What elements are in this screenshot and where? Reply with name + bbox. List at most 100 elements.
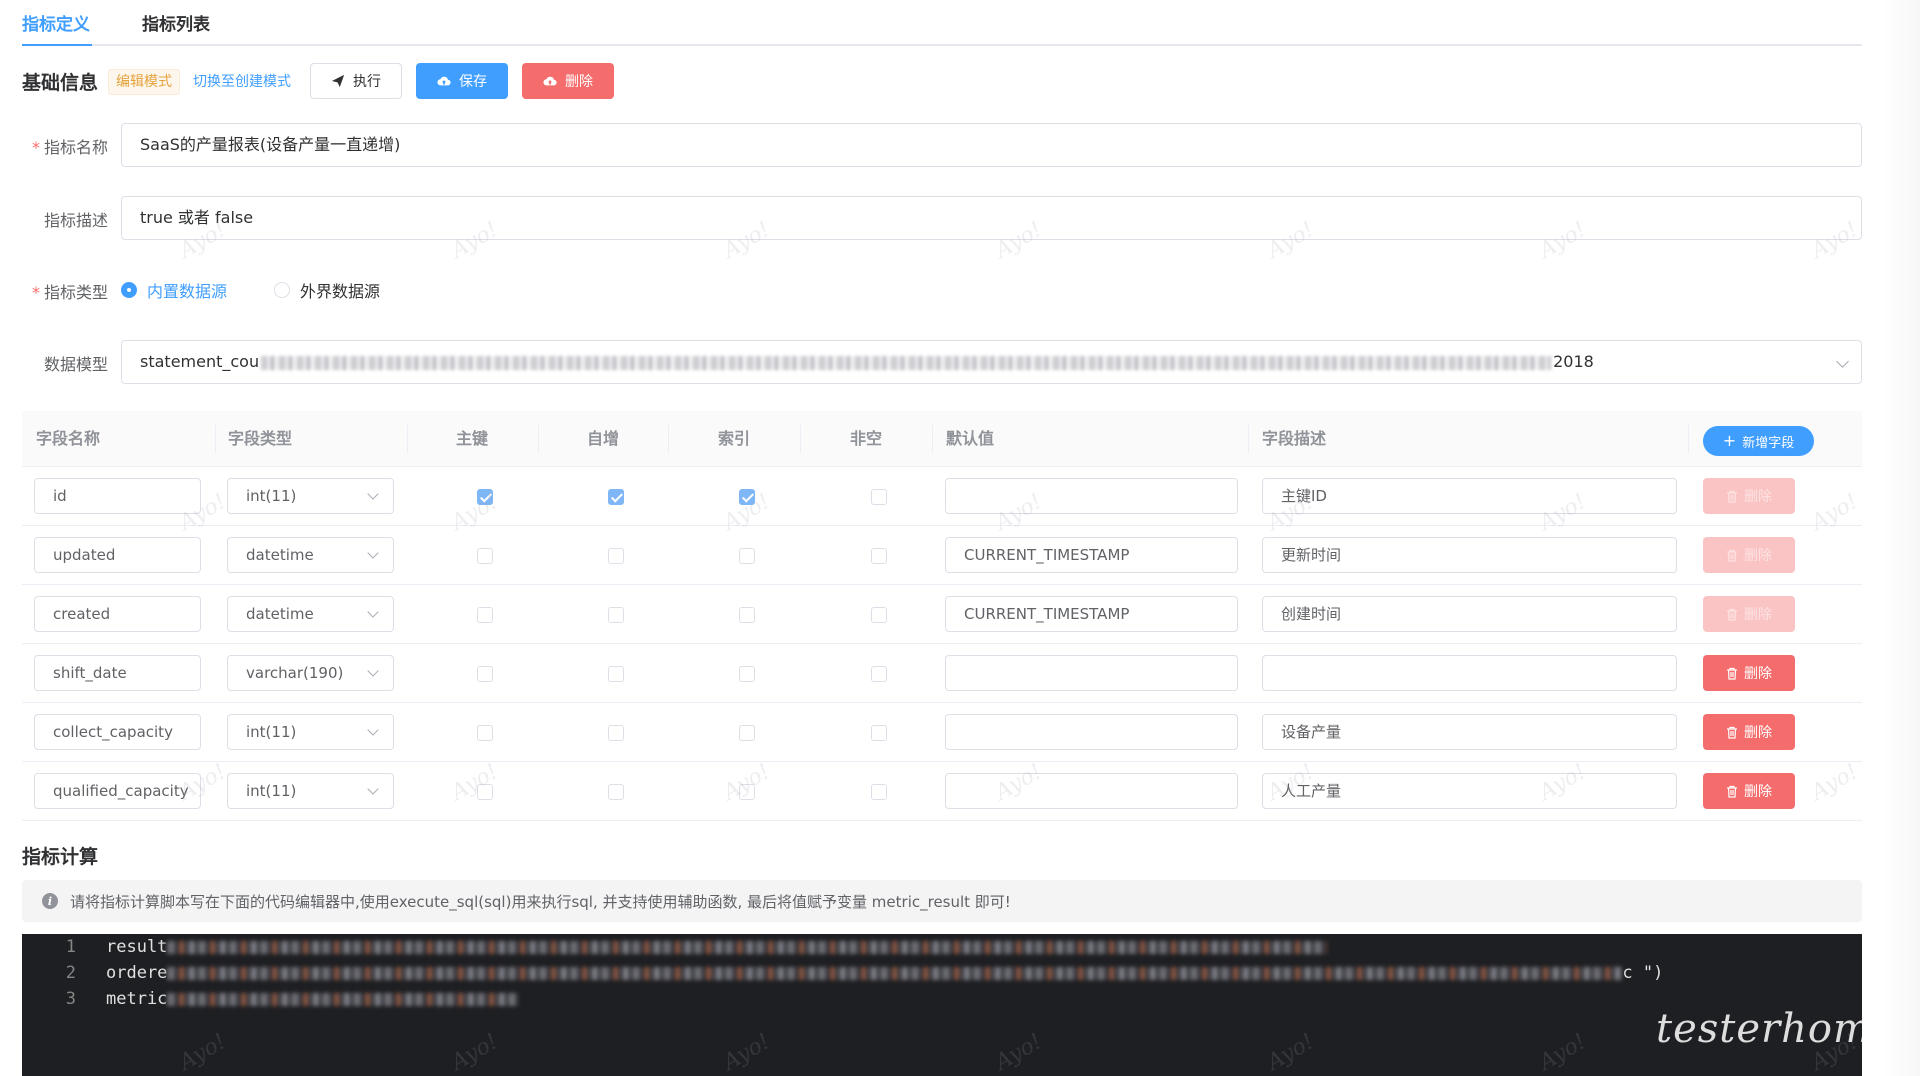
- checkbox-pk[interactable]: [477, 489, 493, 505]
- switch-create-mode-link[interactable]: 切换至创建模式: [193, 70, 291, 94]
- code-text: metric: [106, 986, 520, 1012]
- field-name-input[interactable]: id: [34, 478, 201, 514]
- checkbox-pk[interactable]: [477, 548, 493, 564]
- field-name-input[interactable]: updated: [34, 537, 201, 573]
- field-desc-input[interactable]: [1262, 655, 1677, 691]
- table-row: shift_date varchar(190) 删除: [22, 644, 1862, 703]
- default-value-input[interactable]: [945, 773, 1238, 809]
- tab-metric-list[interactable]: 指标列表: [142, 10, 210, 35]
- chevron-down-icon: [367, 547, 379, 559]
- radio-dot: [121, 282, 137, 298]
- checkbox-nn[interactable]: [871, 666, 887, 682]
- header-separator: [932, 425, 933, 453]
- default-value-input[interactable]: [945, 478, 1238, 514]
- field-desc-input[interactable]: 主键ID: [1262, 478, 1677, 514]
- field-name-input[interactable]: shift_date: [34, 655, 201, 691]
- field-type-select[interactable]: int(11): [227, 773, 394, 809]
- checkbox-nn[interactable]: [871, 489, 887, 505]
- chevron-down-icon: [367, 488, 379, 500]
- trash-icon: [1727, 490, 1737, 503]
- radio-external-source[interactable]: 外界数据源: [274, 278, 380, 302]
- field-desc-input[interactable]: 创建时间: [1262, 596, 1677, 632]
- metric-desc-input[interactable]: true 或者 false: [121, 196, 1862, 240]
- checkbox-ai[interactable]: [608, 784, 624, 800]
- default-value-input[interactable]: CURRENT_TIMESTAMP: [945, 596, 1238, 632]
- checkbox-nn[interactable]: [871, 784, 887, 800]
- header-primary-key: 主键: [456, 429, 489, 448]
- field-type-select[interactable]: datetime: [227, 596, 394, 632]
- checkbox-pk[interactable]: [477, 725, 493, 741]
- tab-bar: 指标定义 指标列表: [22, 0, 1862, 46]
- delete-button[interactable]: 删除: [522, 63, 614, 99]
- field-type-value: datetime: [246, 605, 314, 623]
- field-name-input[interactable]: qualified_capacity: [34, 773, 201, 809]
- checkbox-idx[interactable]: [739, 725, 755, 741]
- radio-builtin-label: 内置数据源: [147, 282, 228, 301]
- table-row: qualified_capacity int(11) 人工产量 删除: [22, 762, 1862, 821]
- checkbox-ai[interactable]: [608, 489, 624, 505]
- metric-name-input[interactable]: SaaS的产量报表(设备产量一直递增): [121, 123, 1862, 167]
- checkbox-ai[interactable]: [608, 548, 624, 564]
- checkbox-nn[interactable]: [871, 548, 887, 564]
- data-model-select[interactable]: statement_cou 2018: [121, 340, 1862, 384]
- row-delete-label: 删除: [1744, 784, 1772, 800]
- checkbox-ai[interactable]: [608, 666, 624, 682]
- redacted-code: [167, 992, 520, 1006]
- header-separator: [800, 425, 801, 453]
- default-value-input[interactable]: CURRENT_TIMESTAMP: [945, 537, 1238, 573]
- checkbox-pk[interactable]: [477, 607, 493, 623]
- redacted-text: [261, 355, 1552, 370]
- radio-dot: [274, 282, 290, 298]
- field-type-value: int(11): [246, 782, 297, 800]
- add-field-button[interactable]: + 新增字段: [1703, 426, 1814, 456]
- chevron-down-icon: [367, 724, 379, 736]
- checkbox-idx[interactable]: [739, 666, 755, 682]
- send-icon: [331, 74, 345, 88]
- field-type-select[interactable]: varchar(190): [227, 655, 394, 691]
- field-desc-input[interactable]: 更新时间: [1262, 537, 1677, 573]
- field-desc-input[interactable]: 设备产量: [1262, 714, 1677, 750]
- checkbox-ai[interactable]: [608, 725, 624, 741]
- row-delete-button[interactable]: 删除: [1703, 596, 1795, 632]
- redacted-code: [167, 940, 1328, 954]
- checkbox-pk[interactable]: [477, 666, 493, 682]
- code-editor[interactable]: 1 result 2 ordere c ") 3 metric: [22, 934, 1862, 1076]
- row-delete-button[interactable]: 删除: [1703, 714, 1795, 750]
- default-value-input[interactable]: [945, 714, 1238, 750]
- execute-button[interactable]: 执行: [310, 63, 402, 99]
- metric-definition-page: 指标定义 指标列表 基础信息 编辑模式 切换至创建模式 执行 保存 删除 * 指标…: [0, 0, 1920, 1076]
- line-number: 1: [65, 937, 76, 957]
- field-name-input[interactable]: collect_capacity: [34, 714, 201, 750]
- checkbox-ai[interactable]: [608, 607, 624, 623]
- table-header: 字段名称 字段类型 主键 自增 索引 非空 默认值 字段描述 + 新增字段: [22, 411, 1862, 467]
- checkbox-nn[interactable]: [871, 607, 887, 623]
- field-type-select[interactable]: int(11): [227, 478, 394, 514]
- row-delete-button[interactable]: 删除: [1703, 478, 1795, 514]
- metric-name-label: * 指标名称: [31, 138, 108, 157]
- checkbox-idx[interactable]: [739, 489, 755, 505]
- field-type-value: int(11): [246, 487, 297, 505]
- header-default-value: 默认值: [946, 429, 995, 448]
- default-value-input[interactable]: [945, 655, 1238, 691]
- checkbox-idx[interactable]: [739, 784, 755, 800]
- checkbox-idx[interactable]: [739, 607, 755, 623]
- field-type-select[interactable]: datetime: [227, 537, 394, 573]
- plus-icon: +: [1722, 431, 1737, 450]
- tab-metric-definition[interactable]: 指标定义: [22, 10, 90, 35]
- radio-external-label: 外界数据源: [300, 282, 381, 301]
- row-delete-button[interactable]: 删除: [1703, 773, 1795, 809]
- radio-builtin-source[interactable]: 内置数据源: [121, 278, 227, 302]
- checkbox-idx[interactable]: [739, 548, 755, 564]
- active-tab-indicator: [22, 44, 92, 46]
- checkbox-pk[interactable]: [477, 784, 493, 800]
- field-desc-input[interactable]: 人工产量: [1262, 773, 1677, 809]
- field-name-input[interactable]: created: [34, 596, 201, 632]
- header-not-null: 非空: [850, 429, 883, 448]
- trash-icon: [1727, 726, 1737, 739]
- edit-mode-tag: 编辑模式: [108, 69, 180, 95]
- field-type-select[interactable]: int(11): [227, 714, 394, 750]
- save-button[interactable]: 保存: [416, 63, 508, 99]
- checkbox-nn[interactable]: [871, 725, 887, 741]
- row-delete-button[interactable]: 删除: [1703, 537, 1795, 573]
- row-delete-button[interactable]: 删除: [1703, 655, 1795, 691]
